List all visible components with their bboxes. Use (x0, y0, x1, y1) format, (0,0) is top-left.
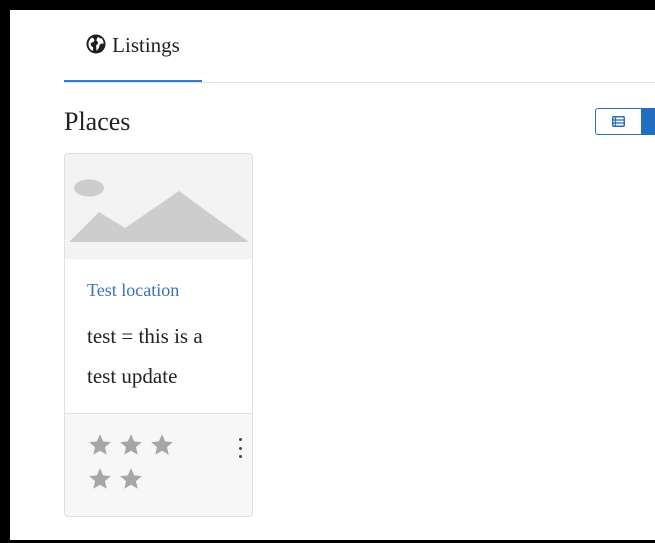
card-image (65, 154, 252, 259)
more-vertical-icon[interactable] (235, 438, 245, 458)
card-description: test = this is a test update (87, 324, 203, 388)
page-title: Places (64, 107, 131, 136)
star-icon (120, 468, 142, 489)
star-icon (151, 434, 173, 455)
view-toggle (595, 108, 655, 135)
kebab-dot (238, 446, 242, 450)
kebab-dot (238, 438, 242, 441)
place-card: Test location test = this is a test upda… (64, 153, 253, 517)
star-icon (89, 468, 111, 489)
image-placeholder-icon (69, 179, 249, 242)
list-view-button[interactable] (595, 108, 642, 135)
kebab-dot (238, 455, 242, 458)
star-icon (89, 434, 111, 455)
list-view-icon (612, 116, 625, 127)
card-footer (65, 413, 252, 516)
tab-label: Listings (112, 32, 180, 57)
card-title-link[interactable]: Test location (87, 280, 179, 301)
globe-icon (86, 34, 106, 54)
tab-bar: Listings (64, 10, 655, 83)
star-icon (120, 434, 142, 455)
grid-view-button[interactable] (642, 108, 655, 135)
star-rating (87, 432, 183, 492)
app-frame: Listings Places Test location test = thi… (10, 10, 655, 540)
tab-listings[interactable]: Listings (64, 10, 202, 82)
